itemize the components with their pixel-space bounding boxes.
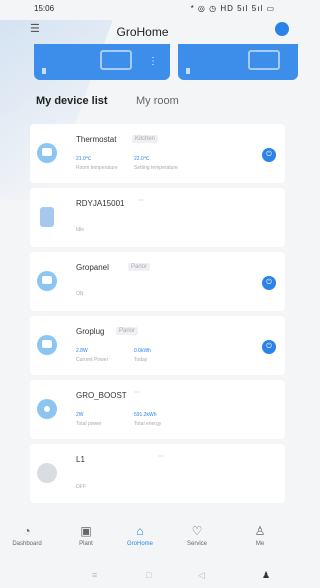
current-power-value: 2.8W: [76, 348, 88, 354]
device-name: Groplug: [76, 327, 105, 336]
bottom-nav: ◔ Dashboard ▣ Plant ⌂ GroHome ♡ Service …: [0, 520, 285, 566]
today-label: Today: [134, 357, 148, 363]
thermostat-icon: [37, 143, 57, 163]
device-card-groplug[interactable]: Groplug Parlor 2.8W 0.0kWh Current Power…: [30, 316, 285, 375]
nav-label: Me: [255, 541, 265, 547]
dashboard-icon: ◔: [23, 524, 31, 538]
total-power-value: 2W: [76, 412, 84, 418]
device-icon: [40, 207, 54, 227]
device-card-gropanel[interactable]: Gropanel Parlor ON ⏻: [30, 252, 285, 311]
device-name: Gropanel: [76, 263, 109, 272]
sofa-icon: [248, 50, 280, 70]
device-name: L1: [76, 455, 85, 464]
nav-service[interactable]: ♡ Service: [172, 524, 222, 547]
panel-icon: [37, 271, 57, 291]
room-temp-label: Room temperature: [76, 165, 118, 171]
room-tag: [138, 199, 144, 201]
total-energy-label: Total energy: [134, 421, 162, 427]
set-temp-value: 22.0℃: [134, 156, 150, 162]
add-icon[interactable]: [275, 22, 289, 36]
nav-label: Service: [186, 541, 207, 547]
device-name: Thermostat: [76, 135, 117, 144]
signal-icon: [42, 68, 46, 74]
service-icon: ♡: [191, 524, 203, 538]
total-energy-value: 591.2kWh: [134, 412, 157, 418]
room-tag: [158, 455, 164, 457]
room-tag: Parlor: [128, 263, 151, 271]
total-power-label: Total power: [76, 421, 102, 427]
nav-me[interactable]: ♙ Me: [235, 524, 285, 547]
room-banner-card[interactable]: ⋮: [34, 44, 170, 80]
plug-icon: [37, 335, 57, 355]
device-status: Idle: [76, 227, 85, 233]
boost-icon: [37, 399, 57, 419]
home-icon: ⌂: [136, 524, 144, 538]
room-temp-value: 21.0℃: [76, 156, 92, 162]
nav-plant[interactable]: ▣ Plant: [61, 524, 111, 547]
room-tag: Kitchen: [132, 135, 159, 143]
device-status: ON: [76, 291, 84, 297]
nav-label: GroHome: [126, 541, 153, 547]
page-title: GroHome: [116, 25, 169, 39]
device-list: Thermostat Kitchen 21.0℃ 22.0℃ Room temp…: [30, 124, 285, 508]
room-banner-card[interactable]: [178, 44, 298, 80]
home-button-icon[interactable]: □: [146, 570, 151, 580]
device-card-rdyja15001[interactable]: RDYJA15001 Idle: [30, 188, 285, 247]
device-card-l1[interactable]: L1 OFF: [30, 444, 285, 503]
nav-label: Plant: [79, 541, 93, 547]
light-icon: [37, 463, 57, 483]
recents-icon[interactable]: ≡: [92, 570, 97, 580]
more-icon[interactable]: ⋮: [148, 56, 158, 67]
tab-my-device-list[interactable]: My device list: [36, 95, 108, 107]
nav-dashboard[interactable]: ◔ Dashboard: [2, 524, 52, 547]
signal-icon: [186, 68, 190, 74]
plant-icon: ▣: [80, 524, 92, 538]
device-name: RDYJA15001: [76, 199, 125, 208]
back-icon[interactable]: ◁: [198, 570, 205, 581]
power-button[interactable]: ⏻: [262, 148, 276, 162]
device-card-gro-boost[interactable]: GRO_BOOST 2W 591.2kWh Total power Total …: [30, 380, 285, 439]
sofa-icon: [100, 50, 132, 70]
system-nav-bar: ≡ □ ◁ ♟: [0, 566, 285, 588]
accessibility-icon[interactable]: ♟: [262, 570, 270, 581]
nav-label: Dashboard: [12, 541, 42, 547]
device-name: GRO_BOOST: [76, 391, 127, 400]
device-card-thermostat[interactable]: Thermostat Kitchen 21.0℃ 22.0℃ Room temp…: [30, 124, 285, 183]
room-tag: Parlor: [116, 327, 139, 335]
status-bar: 15:06 * ◎ ◷ HD 5ıl 5ıl ▭: [0, 0, 285, 18]
today-energy-value: 0.0kWh: [134, 348, 151, 354]
set-temp-label: Setting temperature: [134, 165, 178, 171]
room-tag: [134, 391, 140, 393]
power-button[interactable]: ⏻: [262, 340, 276, 354]
tab-my-room[interactable]: My room: [136, 95, 179, 107]
device-status: OFF: [76, 484, 86, 490]
status-icons: * ◎ ◷ HD 5ıl 5ıl ▭: [190, 4, 275, 13]
current-power-label: Current Power: [76, 357, 109, 363]
status-time: 15:06: [34, 4, 55, 13]
tab-bar: My device list My room: [36, 95, 179, 107]
nav-grohome[interactable]: ⌂ GroHome: [115, 524, 165, 547]
me-icon: ♙: [254, 524, 266, 538]
power-button[interactable]: ⏻: [262, 276, 276, 290]
